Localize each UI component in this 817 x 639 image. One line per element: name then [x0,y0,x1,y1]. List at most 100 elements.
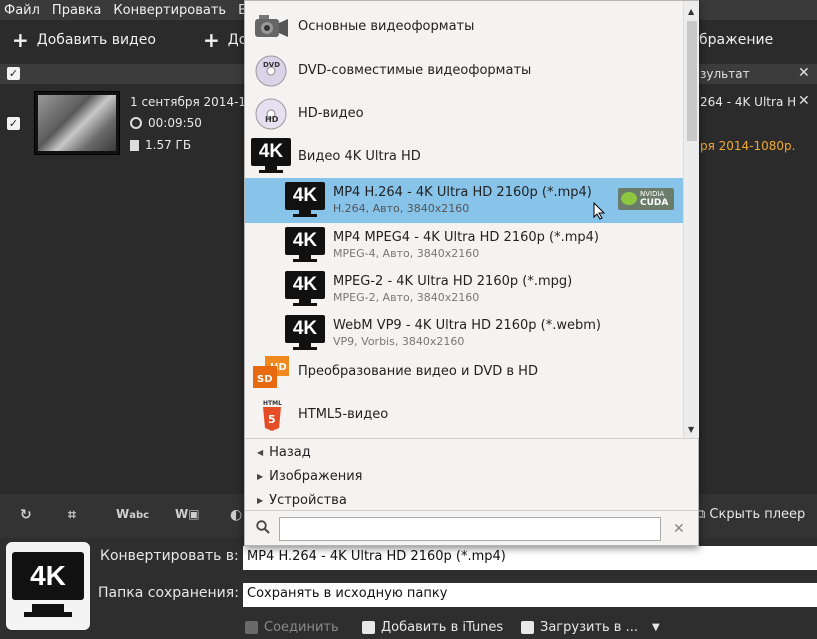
svg-text:HD: HD [265,115,279,124]
nav-back[interactable]: ◀ Назад [257,445,311,460]
popup-scrollbar[interactable]: ▲ ▼ [683,1,699,438]
add-video-button[interactable]: + Добавить видео [12,28,156,52]
popup-search-row: ✕ [245,510,698,546]
scroll-thumb[interactable] [687,21,697,141]
category-sd-to-hd[interactable]: HD SD Преобразование видео и DVD в HD [245,350,683,393]
file-duration: 00:09:50 [130,116,202,130]
add-image-label: бражение [699,32,774,48]
output-format-4k-icon[interactable]: 4K [6,542,90,630]
category-label: HTML5-видео [298,407,389,422]
file-size: 1.57 ГБ [130,138,191,152]
format-item-mp4-mpeg4[interactable]: 4K MP4 MPEG4 - 4K Ultra HD 2160p (*.mp4)… [245,223,683,268]
file-row-checkbox[interactable]: ✓ [7,117,20,130]
info-icon[interactable]: ◐ [230,507,242,523]
format-title: MP4 H.264 - 4K Ultra HD 2160p (*.mp4) [333,185,592,200]
category-html5[interactable]: HTML 5 HTML5-видео [245,393,683,436]
itunes-label: Добавить в iTunes [381,620,504,635]
category-label: DVD-совместимые видеоформаты [298,63,532,78]
format-title: WebM VP9 - 4K Ultra HD 2160p (*.webm) [333,318,601,333]
category-basic-video[interactable]: Основные видеоформаты [245,5,683,48]
hide-player-button[interactable]: ⧉ Скрыть плеер [696,507,805,522]
svg-text:HTML: HTML [263,400,282,407]
result-header: зультат [700,67,750,81]
svg-text:SD: SD [257,374,273,385]
plus-icon: + [12,28,29,52]
remove-file-close-icon[interactable]: ✕ [798,93,810,109]
mouse-cursor-icon [593,202,606,220]
html5-icon: HTML 5 [263,400,282,431]
nav-devices-label: Устройства [269,493,347,508]
video-thumbnail[interactable] [34,91,120,155]
save-folder-field[interactable]: Сохранять в исходную папку [243,583,817,607]
upload-dropdown-icon[interactable]: ▼ [652,622,660,633]
convert-to-label: Конвертировать в: [100,548,239,564]
menu-file[interactable]: Файл [4,3,40,18]
format-subtitle: VP9, Vorbis, 3840x2160 [333,335,465,348]
category-label: Видео 4K Ultra HD [298,149,421,164]
format-search-input[interactable] [279,517,661,541]
clear-search-icon[interactable]: ✕ [673,521,685,537]
clear-list-close-icon[interactable]: ✕ [798,65,810,81]
format-title: MPEG-2 - 4K Ultra HD 2160p (*.mpg) [333,274,573,289]
sd-to-hd-icon: HDSD [253,355,289,388]
upload-checkbox[interactable]: Загрузить в ... ▼ [521,620,660,635]
4k-monitor-icon: 4K [285,182,325,219]
category-hd[interactable]: HD HD-видео [245,92,683,135]
format-item-mp4-h264[interactable]: 4K MP4 H.264 - 4K Ultra HD 2160p (*.mp4)… [245,178,683,223]
add-video-label: Добавить видео [36,32,156,48]
camera-icon [255,14,288,37]
format-subtitle: H.264, Авто, 3840x2160 [333,202,470,215]
crop-icon[interactable]: ⌗ [68,507,76,523]
triangle-right-icon: ▶ [257,496,264,505]
nav-devices[interactable]: ▶ Устройства [257,493,347,508]
convert-to-field[interactable]: MP4 H.264 - 4K Ultra HD 2160p (*.mp4) [243,546,817,570]
dvd-icon: DVD [255,55,287,86]
row-output-name[interactable]: ря 2014-1080p. [700,139,796,153]
join-label: Соединить [264,620,339,635]
category-label: Преобразование видео и DVD в HD [298,364,538,379]
format-subtitle: MPEG-4, Авто, 3840x2160 [333,247,480,260]
file-icon [130,139,139,151]
4k-monitor-icon: 4K [285,271,325,308]
file-date: 1 сентября 2014-10 [130,95,254,109]
save-folder-label: Папка сохранения: [98,585,239,601]
nav-images-label: Изображения [269,469,363,484]
category-dvd[interactable]: DVD DVD-совместимые видеоформаты [245,49,683,92]
format-title: MP4 MPEG4 - 4K Ultra HD 2160p (*.mp4) [333,230,599,245]
row-format[interactable]: 264 - 4K Ultra H [700,95,796,109]
cuda-line1: NVIDIA [640,190,665,198]
upload-label: Загрузить в ... [540,620,638,635]
svg-text:DVD: DVD [263,61,280,69]
svg-text:5: 5 [268,413,276,426]
cuda-line2: CUDA [640,198,669,208]
select-all-checkbox[interactable]: ✓ [7,67,20,80]
hd-disc-icon: HD [255,98,287,129]
watermark-text-icon[interactable]: Wabc [116,507,149,521]
category-4k[interactable]: 4K Видео 4K Ultra HD [245,135,683,178]
hide-player-label: Скрыть плеер [709,507,806,522]
itunes-checkbox[interactable]: Добавить в iTunes [362,620,503,635]
category-label: HD-видео [298,106,364,121]
nav-images[interactable]: ▶ Изображения [257,469,362,484]
format-list: Основные видеоформаты DVD DVD-совместимы… [245,1,683,438]
4k-monitor-icon: 4K [285,227,325,264]
format-item-mpeg2[interactable]: 4K MPEG-2 - 4K Ultra HD 2160p (*.mpg) MP… [245,267,683,312]
rotate-icon[interactable]: ↻ [20,507,32,523]
duration-value: 00:09:50 [148,116,202,130]
size-value: 1.57 ГБ [145,138,192,152]
clock-icon [130,117,142,129]
menu-convert[interactable]: Конвертировать [113,3,226,18]
add-image-button[interactable]: бражение [699,32,773,48]
search-icon [256,520,270,534]
format-dropdown-popup: Основные видеоформаты DVD DVD-совместимы… [244,0,699,546]
scroll-up-icon[interactable]: ▲ [688,7,694,16]
category-label: Основные видеоформаты [298,19,475,34]
format-subtitle: MPEG-2, Авто, 3840x2160 [333,291,480,304]
add-dvd-button[interactable]: + До [203,28,247,52]
nav-back-label: Назад [269,445,311,460]
join-checkbox[interactable]: Соединить [245,620,339,635]
plus-icon: + [203,28,220,52]
menu-edit[interactable]: Правка [52,3,101,18]
watermark-image-icon[interactable]: W▣ [175,507,200,521]
scroll-down-icon[interactable]: ▼ [688,425,694,434]
